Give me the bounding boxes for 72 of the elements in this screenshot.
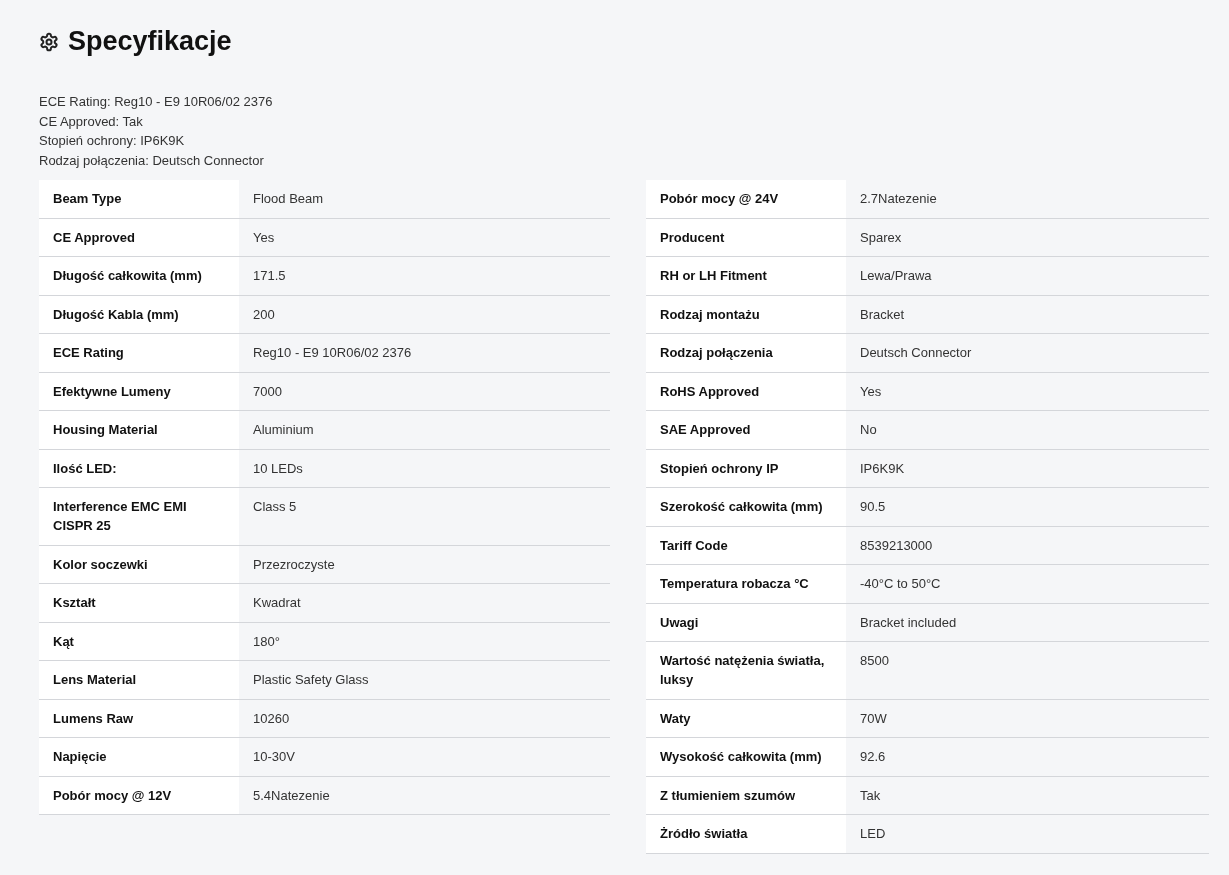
spec-label: SAE Approved [646,411,846,449]
spec-value: Kwadrat [252,594,302,612]
spec-label: Szerokość całkowita (mm) [646,488,846,526]
spec-label: Wartość natężenia światła, luksy [646,642,846,699]
spec-label: Kąt [39,622,239,660]
spec-value: 70W [859,709,888,728]
spec-value: 90.5 [859,498,887,516]
spec-label: RoHS Approved [646,372,846,410]
spec-label: Stopień ochrony IP [646,449,846,487]
spec-value: Sparex [859,228,903,247]
spec-value: Bracket included [859,613,958,632]
spec-label: Żródło światła [646,815,846,853]
spec-value: Lewa/Prawa [859,267,933,285]
spec-value: Class 5 [252,498,298,516]
spec-value: Bracket [859,305,906,324]
summary-line: CE Approved: Tak [39,112,144,130]
spec-value: IP6K9K [859,459,906,478]
spec-value: -40°C to 50°C [859,575,942,593]
spec-label: Uwagi [646,603,846,641]
spec-value: No [859,421,878,439]
spec-label: Producent [646,218,846,256]
spec-value: LED [859,825,887,843]
spec-value: 8539213000 [859,536,934,555]
spec-label: Długość całkowita (mm) [39,257,239,295]
spec-label: Rodzaj połączenia [646,334,846,372]
spec-label: Housing Material [39,411,239,449]
spec-label: Pobór mocy @ 24V [646,180,846,218]
spec-label: Długość Kabla (mm) [39,295,239,333]
spec-label: ECE Rating [39,334,239,372]
spec-value: Przezroczyste [252,555,336,574]
spec-value: 10260 [252,709,291,728]
spec-label: Kolor soczewki [39,545,239,583]
spec-label: Napięcie [39,738,239,776]
settings-icon [39,31,59,52]
spec-value: 200 [252,305,276,324]
spec-label: Efektywne Lumeny [39,372,239,410]
spec-value: Flood Beam [252,190,325,208]
spec-label: CE Approved [39,218,239,256]
spec-label: Interference EMC EMI CISPR 25 [39,488,239,545]
spec-value: Plastic Safety Glass [252,671,370,689]
page-title: Specyfikacje [68,26,232,57]
summary-line: Rodzaj połączenia: Deutsch Connector [39,151,265,169]
spec-label: Kształt [39,584,239,622]
spec-value: Tak [859,786,882,805]
spec-value: 8500 [859,652,890,670]
spec-label: RH or LH Fitment [646,257,846,295]
spec-label: Temperatura robacza °C [646,565,846,603]
spec-label: Lens Material [39,661,239,699]
spec-value: Aluminium [252,421,315,439]
spec-value: 10 LEDs [252,459,304,478]
spec-value: 180° [252,632,281,651]
spec-label: Beam Type [39,180,239,218]
spec-value: Yes [252,228,276,247]
spec-value: 7000 [252,382,283,401]
spec-label: Ilość LED: [39,449,239,487]
spec-value: 92.6 [859,748,887,766]
spec-label: Lumens Raw [39,699,239,737]
spec-label: Pobór mocy @ 12V [39,776,239,814]
spec-value: 171.5 [252,267,287,285]
summary-line: Stopień ochrony: IP6K9K [39,132,186,150]
spec-value: 5.4Natezenie [252,786,331,805]
spec-label: Wysokość całkowita (mm) [646,738,846,776]
spec-value: Yes [859,382,883,401]
spec-label: Z tłumieniem szumów [646,776,846,814]
spec-label: Tariff Code [646,526,846,564]
spec-label: Waty [646,699,846,737]
spec-value: 2.7Natezenie [859,190,938,208]
spec-value: Deutsch Connector [859,344,973,362]
spec-label: Rodzaj montażu [646,295,846,333]
spec-value: 10-30V [252,748,296,766]
summary-line: ECE Rating: Reg10 - E9 10R06/02 2376 [39,93,274,111]
spec-value: Reg10 - E9 10R06/02 2376 [252,344,413,362]
